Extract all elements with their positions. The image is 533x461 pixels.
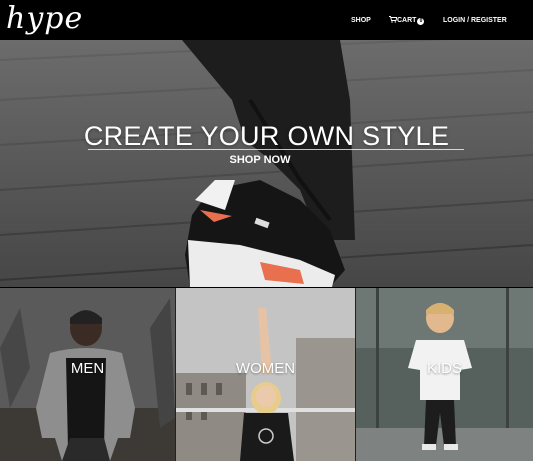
hero-banner: CREATE YOUR OWN STYLE SHOP NOW bbox=[0, 40, 533, 287]
category-kids-tile[interactable]: KIDS bbox=[356, 288, 533, 461]
nav-cart-label: CART bbox=[397, 17, 417, 24]
nav-shop-link[interactable]: SHOP bbox=[351, 16, 371, 25]
category-women-tile[interactable]: WOMEN bbox=[176, 288, 355, 461]
category-men-tile[interactable]: MEN bbox=[0, 288, 175, 461]
category-women-label: WOMEN bbox=[235, 360, 296, 377]
category-men-label: MEN bbox=[70, 360, 105, 377]
cart-icon bbox=[389, 16, 397, 23]
nav-login-register-link[interactable]: LOGIN / REGISTER bbox=[443, 16, 507, 25]
site-header: hype SHOP CART 0 LOGIN / REGISTER bbox=[0, 0, 533, 40]
category-kids-label: KIDS bbox=[426, 360, 462, 377]
cart-count-badge: 0 bbox=[417, 18, 425, 25]
hero-title: CREATE YOUR OWN STYLE bbox=[83, 121, 450, 151]
nav-cart-link[interactable]: CART 0 bbox=[389, 16, 425, 25]
site-logo[interactable]: hype bbox=[6, 2, 83, 36]
hero-divider bbox=[88, 149, 464, 150]
shop-now-button[interactable]: SHOP NOW bbox=[0, 153, 520, 167]
